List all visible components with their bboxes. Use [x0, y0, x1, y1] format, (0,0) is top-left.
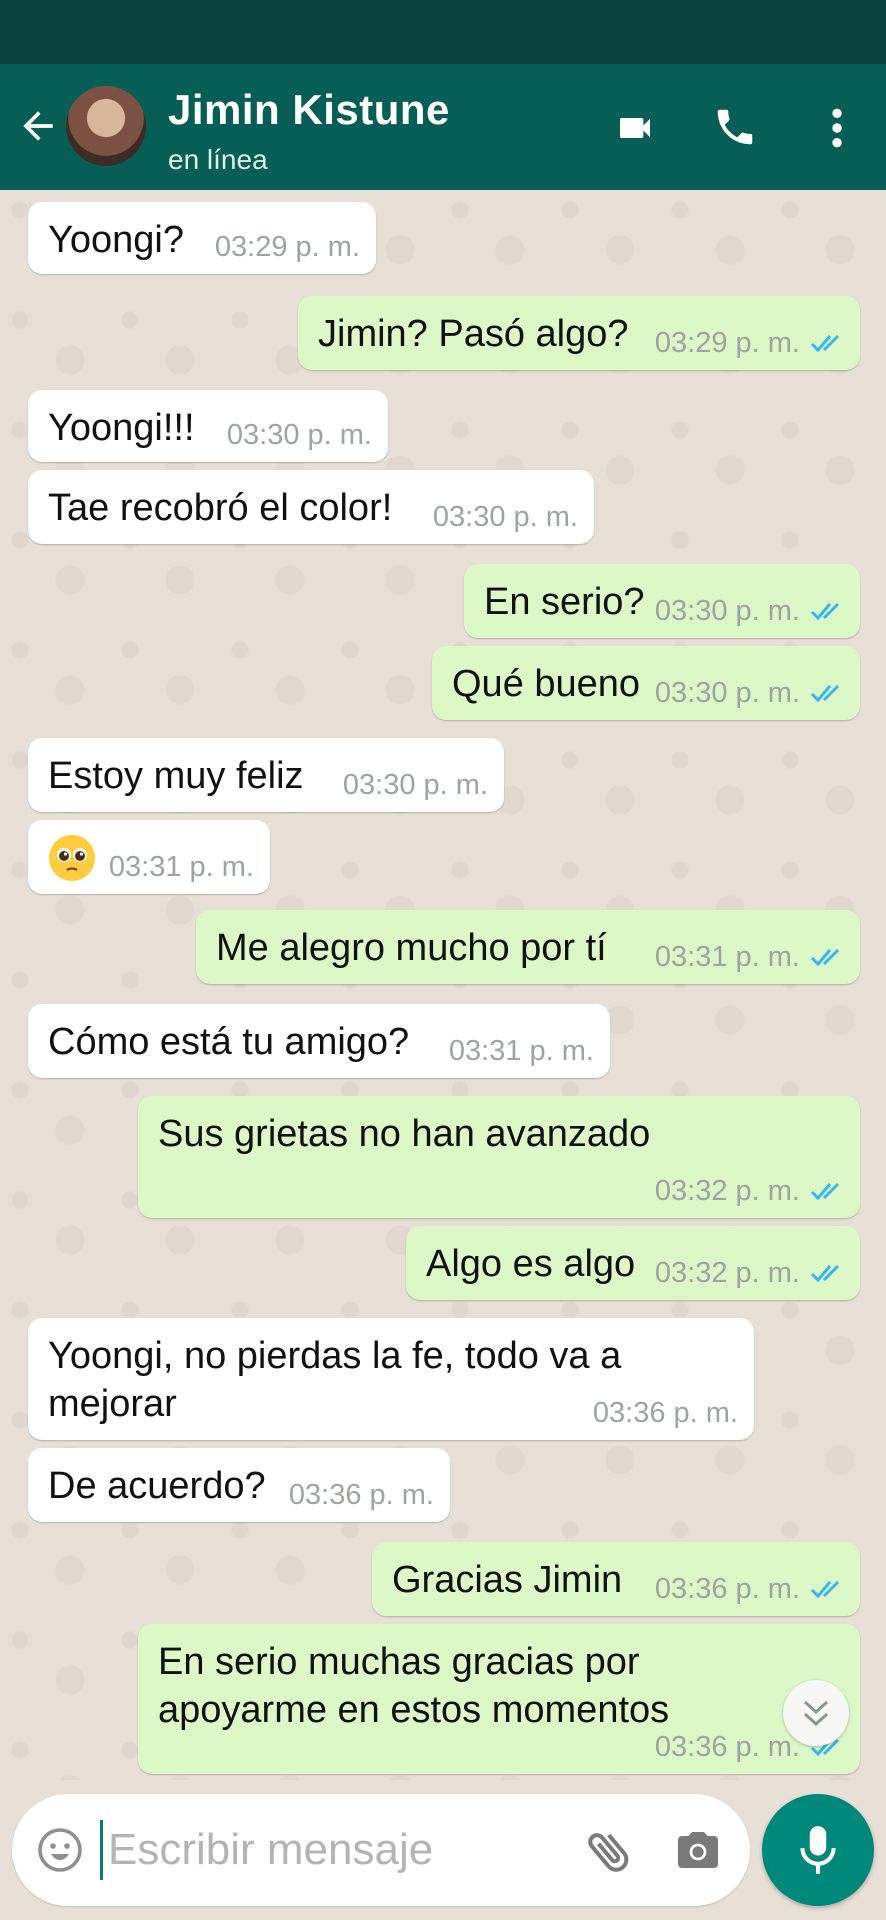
message-bubble[interactable]: Gracias Jimin 03:36 p. m.: [372, 1542, 860, 1616]
message-bubble[interactable]: 03:31 p. m.: [28, 820, 270, 894]
message-text: Jimin? Pasó algo?: [318, 313, 629, 355]
message-text: Me alegro mucho por tí: [216, 927, 607, 969]
message-time: 03:30 p. m.: [654, 595, 800, 627]
message-time: 03:29 p. m.: [654, 327, 800, 359]
message-time: 03:36 p. m.: [288, 1479, 434, 1511]
message-bubble[interactable]: Me alegro mucho por tí 03:31 p. m.: [196, 910, 860, 984]
message-text-line: apoyarme en estos momentos: [158, 1689, 670, 1731]
message-text: Cómo está tu amigo?: [48, 1021, 410, 1063]
avatar[interactable]: [66, 86, 146, 166]
message-bubble[interactable]: Yoongi, no pierdas la fe, todo va a mejo…: [28, 1318, 754, 1440]
message-time: 03:31 p. m.: [108, 851, 254, 883]
voice-message-button[interactable]: [762, 1794, 874, 1906]
pleading-face-emoji-icon: [49, 835, 95, 881]
message-input[interactable]: [108, 1818, 488, 1882]
read-double-check-icon: [810, 334, 840, 353]
message-text-line: mejorar: [48, 1383, 177, 1425]
read-double-check-icon: [810, 1264, 840, 1283]
message-bubble[interactable]: Yoongi? 03:29 p. m.: [28, 202, 376, 274]
message-bubble[interactable]: Estoy muy feliz 03:30 p. m.: [28, 738, 504, 812]
message-text: Estoy muy feliz: [48, 755, 304, 797]
message-time: 03:31 p. m.: [448, 1035, 594, 1067]
message-bubble[interactable]: Yoongi!!! 03:30 p. m.: [28, 390, 388, 462]
message-text-line: En serio muchas gracias por: [158, 1641, 640, 1683]
message-bubble[interactable]: Sus grietas no han avanzado 03:32 p. m.: [138, 1096, 860, 1218]
message-composer: [12, 1794, 750, 1906]
message-bubble[interactable]: Algo es algo 03:32 p. m.: [406, 1226, 860, 1300]
contact-name[interactable]: Jimin Kistune: [168, 86, 450, 134]
back-arrow-icon[interactable]: [16, 104, 60, 148]
read-double-check-icon: [810, 1580, 840, 1599]
message-text: Yoongi!!!: [48, 407, 195, 449]
phone-icon[interactable]: [712, 104, 758, 150]
read-double-check-icon: [810, 602, 840, 621]
message-text: Qué bueno: [452, 663, 641, 705]
message-time: 03:29 p. m.: [214, 231, 360, 263]
chat-area[interactable]: Yoongi? 03:29 p. m. Jimin? Pasó algo? 03…: [0, 190, 886, 1780]
more-vert-icon[interactable]: [822, 106, 852, 150]
message-time: 03:31 p. m.: [654, 941, 800, 973]
emoji-icon[interactable]: [36, 1826, 84, 1874]
message-bubble[interactable]: Jimin? Pasó algo? 03:29 p. m.: [298, 296, 860, 370]
message-time: 03:32 p. m.: [654, 1175, 800, 1207]
read-double-check-icon: [810, 1182, 840, 1201]
message-bubble[interactable]: En serio muchas gracias por apoyarme en …: [138, 1624, 860, 1774]
status-bar: [0, 0, 886, 64]
message-time: 03:30 p. m.: [226, 419, 372, 451]
double-chevron-down-icon: [803, 1700, 829, 1727]
scroll-to-bottom-button[interactable]: [783, 1680, 849, 1746]
message-text: En serio muchas gracias por apoyarme en …: [158, 1638, 669, 1734]
message-text: En serio?: [484, 581, 645, 623]
message-time: 03:36 p. m.: [654, 1573, 800, 1605]
message-bubble[interactable]: De acuerdo? 03:36 p. m.: [28, 1448, 450, 1522]
message-time: 03:36 p. m.: [592, 1397, 738, 1429]
message-text-line: Yoongi, no pierdas la fe, todo va a: [48, 1335, 622, 1377]
read-double-check-icon: [810, 684, 840, 703]
message-text: Gracias Jimin: [392, 1559, 623, 1601]
read-double-check-icon: [810, 948, 840, 967]
message-time: 03:30 p. m.: [432, 501, 578, 533]
message-text: Tae recobró el color!: [48, 487, 393, 529]
message-text: Sus grietas no han avanzado: [158, 1113, 651, 1155]
attach-icon[interactable]: [582, 1824, 636, 1878]
message-time: 03:32 p. m.: [654, 1257, 800, 1289]
mic-icon: [800, 1826, 836, 1874]
chat-header: Jimin Kistune en línea: [0, 64, 886, 190]
message-bubble[interactable]: Tae recobró el color! 03:30 p. m.: [28, 470, 594, 544]
message-text: Yoongi, no pierdas la fe, todo va a mejo…: [48, 1332, 621, 1428]
message-time: 03:30 p. m.: [654, 677, 800, 709]
message-time: 03:36 p. m.: [654, 1731, 800, 1763]
message-bubble[interactable]: Qué bueno 03:30 p. m.: [432, 646, 860, 720]
message-text: Yoongi?: [48, 219, 184, 261]
contact-status: en línea: [168, 144, 268, 175]
camera-icon[interactable]: [672, 1826, 724, 1874]
message-text: Algo es algo: [426, 1243, 636, 1285]
message-time: 03:30 p. m.: [342, 769, 488, 801]
message-text: De acuerdo?: [48, 1465, 266, 1507]
text-cursor: [100, 1820, 103, 1880]
video-call-icon[interactable]: [612, 108, 658, 148]
message-bubble[interactable]: En serio? 03:30 p. m.: [464, 564, 860, 638]
message-bubble[interactable]: Cómo está tu amigo? 03:31 p. m.: [28, 1004, 610, 1078]
